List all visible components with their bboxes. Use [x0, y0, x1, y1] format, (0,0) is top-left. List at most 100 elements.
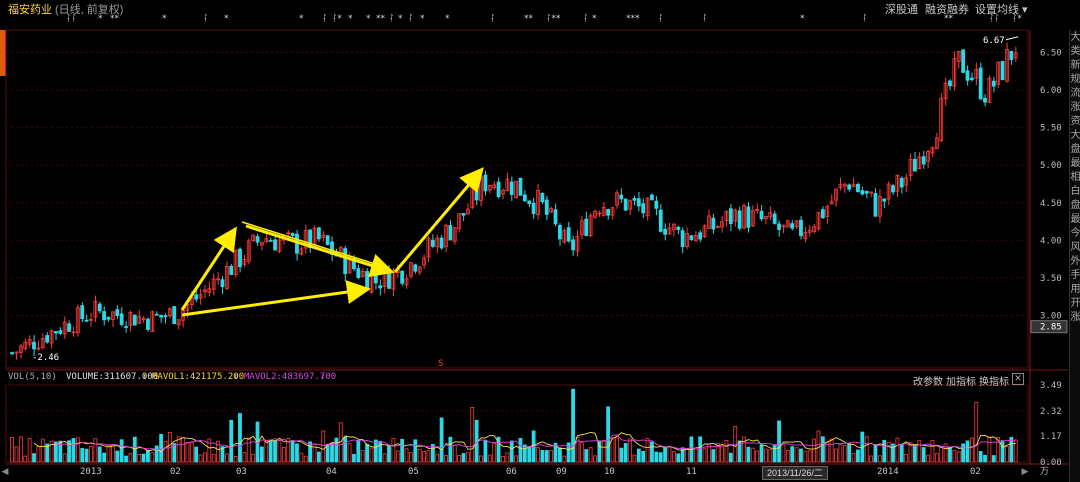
candle[interactable]: [658, 209, 663, 232]
candle[interactable]: [268, 239, 273, 242]
candle[interactable]: [102, 311, 107, 321]
candle[interactable]: [1000, 61, 1005, 81]
candle[interactable]: [483, 174, 488, 192]
candle[interactable]: [430, 239, 435, 247]
volume-bar[interactable]: [851, 452, 856, 463]
volume-bar[interactable]: [465, 452, 470, 463]
volume-bar[interactable]: [781, 444, 786, 463]
volume-bar[interactable]: [203, 452, 207, 463]
candle[interactable]: [711, 217, 716, 230]
price-chart[interactable]: 3.00 3.50 4.00 4.50 5.00 5.50 6.00 6.50 2.85 6.67…: [0, 0, 1080, 482]
volume-bar[interactable]: [1005, 446, 1009, 463]
edit-params-button[interactable]: 改参数: [913, 373, 943, 388]
candle[interactable]: [728, 208, 733, 225]
volume-bar[interactable]: [154, 445, 159, 463]
candle[interactable]: [115, 309, 120, 317]
volume-bar[interactable]: [413, 439, 418, 463]
volume-bar[interactable]: [137, 453, 142, 463]
volume-bar[interactable]: [790, 446, 795, 463]
volume-bar[interactable]: [229, 419, 234, 463]
volume-bar[interactable]: [84, 448, 89, 463]
candle[interactable]: [759, 210, 764, 220]
volume-bar[interactable]: [141, 453, 146, 463]
volume-bar[interactable]: [382, 453, 387, 463]
volume-bar[interactable]: [549, 450, 554, 463]
volume-bar[interactable]: [974, 402, 979, 463]
volume-bar[interactable]: [132, 436, 137, 463]
side-tab[interactable]: 白: [1070, 186, 1080, 198]
candle[interactable]: [544, 199, 549, 215]
volume-bar[interactable]: [825, 442, 830, 463]
volume-bar[interactable]: [89, 446, 93, 463]
candle[interactable]: [146, 318, 150, 330]
volume-bar[interactable]: [176, 436, 181, 463]
candle[interactable]: [531, 202, 536, 214]
volume-bar[interactable]: [1000, 440, 1005, 463]
candle[interactable]: [343, 248, 348, 275]
candle[interactable]: [522, 194, 527, 202]
volume-bar[interactable]: [404, 448, 409, 463]
candle[interactable]: [553, 209, 558, 225]
volume-bar[interactable]: [641, 450, 646, 463]
side-tab[interactable]: 手: [1070, 270, 1080, 282]
candle[interactable]: [983, 97, 987, 103]
volume-bar[interactable]: [439, 417, 444, 463]
volume-bar[interactable]: [409, 452, 413, 463]
side-tab[interactable]: 盘: [1070, 200, 1080, 212]
volume-bar[interactable]: [273, 440, 277, 463]
candle[interactable]: [847, 184, 852, 190]
candle[interactable]: [518, 177, 523, 196]
volume-bar[interactable]: [939, 446, 944, 463]
volume-bar[interactable]: [514, 455, 518, 463]
candle[interactable]: [220, 279, 225, 287]
volume-bar[interactable]: [685, 448, 689, 463]
volume-bar[interactable]: [540, 449, 545, 463]
volume-bar[interactable]: [983, 454, 987, 463]
volume-bar[interactable]: [334, 437, 339, 463]
side-tab[interactable]: 外: [1070, 256, 1080, 268]
volume-bar[interactable]: [400, 438, 405, 463]
volume-bar[interactable]: [391, 437, 396, 463]
candle[interactable]: [124, 326, 128, 328]
volume-bar[interactable]: [159, 433, 163, 463]
volume-bar[interactable]: [352, 453, 356, 463]
volume-bar[interactable]: [593, 455, 597, 463]
candle[interactable]: [606, 209, 611, 216]
volume-bar[interactable]: [422, 451, 426, 463]
volume-bar[interactable]: [347, 443, 352, 463]
candle[interactable]: [159, 314, 163, 318]
volume-bar[interactable]: [658, 452, 663, 463]
volume-bar[interactable]: [882, 439, 887, 463]
candle[interactable]: [154, 313, 159, 316]
add-indicator-button[interactable]: 加指标: [946, 373, 976, 388]
candle[interactable]: [1009, 50, 1014, 61]
candle[interactable]: [373, 275, 378, 284]
volume-bar[interactable]: [264, 440, 269, 463]
volume-bar[interactable]: [799, 448, 803, 463]
volume-bar[interactable]: [124, 455, 128, 463]
volume-bar[interactable]: [40, 438, 45, 463]
volume-bar[interactable]: [663, 446, 667, 463]
volume-bar[interactable]: [71, 438, 76, 463]
volume-bar[interactable]: [233, 456, 238, 463]
candle[interactable]: [45, 335, 50, 343]
candle[interactable]: [584, 218, 589, 236]
candle[interactable]: [969, 77, 974, 80]
candle[interactable]: [777, 223, 781, 230]
volume-bar[interactable]: [842, 445, 847, 463]
volume-bar[interactable]: [518, 437, 523, 463]
candle[interactable]: [273, 239, 277, 251]
candle[interactable]: [119, 313, 124, 325]
volume-bar[interactable]: [588, 447, 593, 463]
candle[interactable]: [97, 303, 102, 312]
side-tab[interactable]: 大: [1070, 130, 1080, 142]
volume-bar[interactable]: [777, 420, 781, 463]
volume-bar[interactable]: [369, 447, 374, 463]
volume-bar[interactable]: [746, 446, 751, 463]
volume-bar[interactable]: [119, 439, 124, 463]
volume-bar[interactable]: [115, 450, 120, 463]
volume-bar[interactable]: [185, 442, 190, 463]
volume-bar[interactable]: [820, 436, 825, 463]
volume-bar[interactable]: [991, 455, 996, 463]
volume-bar[interactable]: [969, 437, 974, 463]
